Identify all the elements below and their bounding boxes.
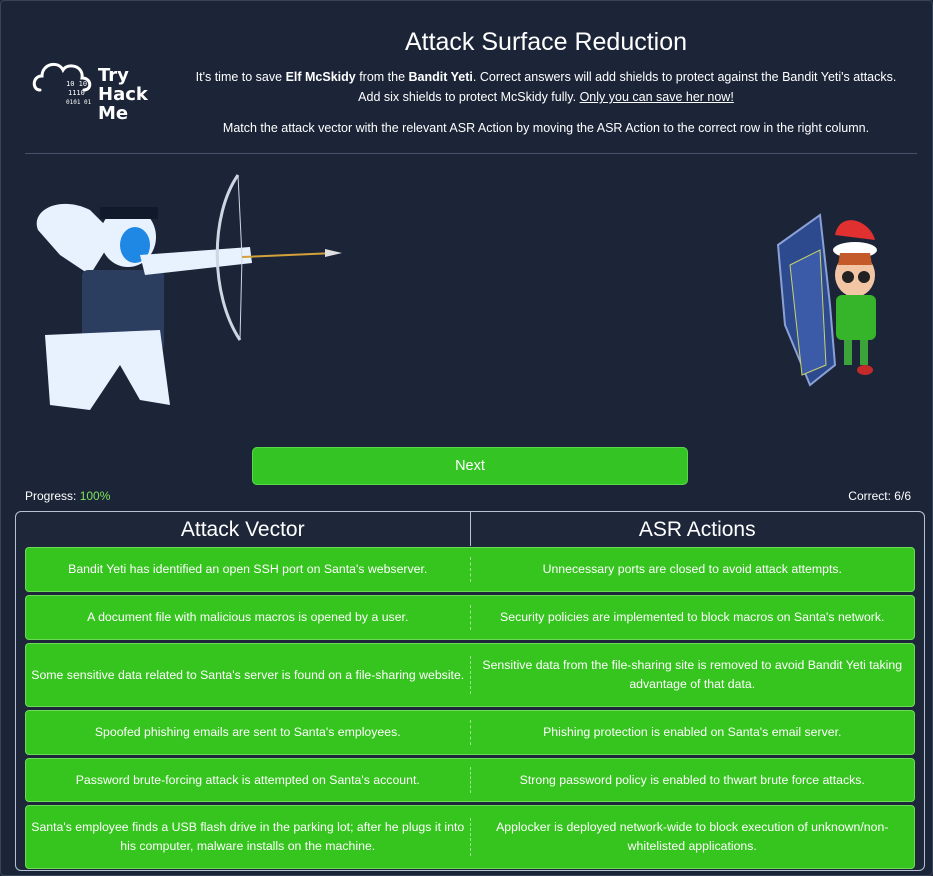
logo-wordmark: Try Hack Me bbox=[98, 65, 148, 124]
save-her-link[interactable]: Only you can save her now! bbox=[580, 90, 734, 104]
asr-action-draggable[interactable]: Phishing protection is enabled on Santa'… bbox=[471, 723, 915, 742]
attack-vector-cell: Some sensitive data related to Santa's s… bbox=[31, 667, 465, 682]
attack-vector-cell: Santa's employee finds a USB flash drive… bbox=[31, 820, 465, 853]
attack-vector-cell: Bandit Yeti has identified an open SSH p… bbox=[68, 562, 428, 576]
table-header: Attack Vector ASR Actions bbox=[16, 512, 924, 546]
header-divider bbox=[25, 153, 917, 154]
table-row: Santa's employee finds a USB flash drive… bbox=[25, 805, 915, 869]
game-scene bbox=[36, 174, 877, 410]
svg-text:10 10: 10 10 bbox=[66, 80, 87, 88]
cloud-icon: 10 10 1110 0101 01 bbox=[32, 62, 92, 106]
table-row: Spoofed phishing emails are sent to Sant… bbox=[25, 710, 915, 755]
progress-indicator: Progress: 100% bbox=[25, 489, 111, 503]
page-header: Attack Surface Reduction It's time to sa… bbox=[190, 28, 902, 135]
page-title: Attack Surface Reduction bbox=[404, 28, 688, 56]
svg-text:1110: 1110 bbox=[68, 89, 85, 97]
asr-action-draggable[interactable]: Unnecessary ports are closed to avoid at… bbox=[471, 560, 915, 579]
table-row: Bandit Yeti has identified an open SSH p… bbox=[25, 547, 915, 592]
column-header-asr-actions: ASR Actions bbox=[638, 518, 756, 541]
progress-value: 100% bbox=[79, 489, 111, 503]
asr-action-draggable[interactable]: Applocker is deployed network-wide to bl… bbox=[471, 818, 915, 856]
table-row: Some sensitive data related to Santa's s… bbox=[25, 643, 915, 707]
table-row: Password brute-forcing attack is attempt… bbox=[25, 758, 915, 802]
next-button[interactable]: Next bbox=[252, 447, 688, 485]
asr-action-draggable[interactable]: Sensitive data from the file-sharing sit… bbox=[471, 656, 915, 694]
attack-vector-cell: Spoofed phishing emails are sent to Sant… bbox=[94, 725, 401, 739]
instruction-text: Match the attack vector with the relevan… bbox=[222, 121, 870, 135]
svg-text:0101 01: 0101 01 bbox=[66, 99, 92, 106]
attack-vector-cell: A document file with malicious macros is… bbox=[87, 610, 409, 624]
table-row: A document file with malicious macros is… bbox=[25, 595, 915, 640]
column-header-attack-vector: Attack Vector bbox=[16, 512, 471, 546]
tryhackme-logo: 10 10 1110 0101 01 Try Hack Me bbox=[30, 50, 160, 125]
elf-mcskidy-illustration bbox=[776, 213, 877, 387]
attack-vector-cell: Password brute-forcing attack is attempt… bbox=[75, 772, 420, 787]
asr-action-draggable[interactable]: Security policies are implemented to blo… bbox=[471, 608, 915, 627]
correct-count: Correct: 6/6 bbox=[848, 489, 911, 503]
matching-table: Attack Vector ASR Actions Bandit Yeti ha… bbox=[15, 511, 925, 871]
asr-action-draggable[interactable]: Strong password policy is enabled to thw… bbox=[471, 771, 915, 790]
intro-text: It's time to save Elf McSkidy from the B… bbox=[195, 70, 897, 104]
bandit-yeti-illustration bbox=[36, 174, 342, 410]
